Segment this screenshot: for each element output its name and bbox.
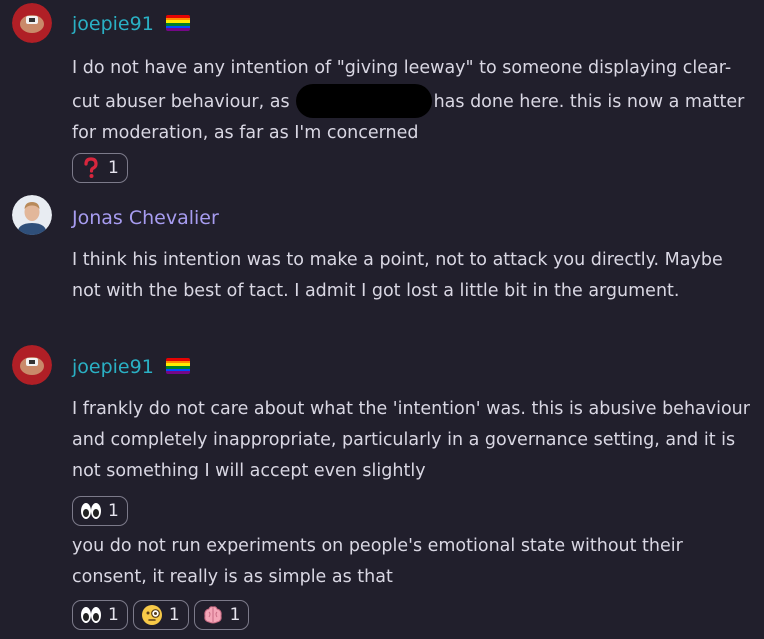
- user-avatar[interactable]: [12, 345, 52, 385]
- eyes-icon: [81, 503, 101, 519]
- username[interactable]: joepie91: [72, 12, 190, 36]
- username-text: Jonas Chevalier: [72, 207, 219, 229]
- chat-timeline: joepie91 I do not have any intention of …: [0, 0, 764, 639]
- message-text: I do not have any intention of "giving l…: [72, 53, 752, 149]
- rainbow-flag-icon: [165, 15, 190, 31]
- red-question-mark-icon: [84, 157, 98, 178]
- redacted-name: [295, 84, 432, 118]
- red-circle-avatar-icon: [12, 3, 52, 43]
- username-text: joepie91: [72, 13, 154, 35]
- reactions-row: 1: [72, 153, 128, 183]
- reaction-button[interactable]: 1: [72, 496, 128, 526]
- username[interactable]: Jonas Chevalier: [72, 206, 219, 230]
- reaction-button[interactable]: 1: [193, 600, 250, 630]
- profile-photo-avatar-icon: [12, 195, 52, 235]
- reaction-button[interactable]: 1: [72, 153, 128, 183]
- reaction-count: 1: [108, 501, 119, 521]
- reaction-button[interactable]: 1: [72, 600, 128, 630]
- user-avatar[interactable]: [12, 3, 52, 43]
- reaction-count: 1: [229, 605, 241, 625]
- message-text: you do not run experiments on people's e…: [72, 536, 683, 587]
- message-text: I think his intention was to make a poin…: [72, 250, 723, 301]
- reaction-button[interactable]: 1: [132, 600, 189, 630]
- reaction-count: 1: [168, 605, 180, 625]
- reactions-row: 1: [72, 496, 128, 526]
- username[interactable]: joepie91: [72, 355, 190, 379]
- eyes-icon: [81, 607, 101, 623]
- user-avatar[interactable]: [12, 195, 52, 235]
- message-text: I frankly do not care about what the 'in…: [72, 399, 750, 481]
- username-text: joepie91: [72, 356, 154, 378]
- monocle-face-icon: [141, 605, 162, 625]
- red-circle-avatar-icon: [12, 345, 52, 385]
- reaction-count: 1: [108, 605, 119, 625]
- brain-icon: [204, 606, 222, 624]
- reaction-count: 1: [108, 158, 119, 178]
- rainbow-flag-icon: [165, 358, 190, 374]
- reactions-row: 1 1 1: [72, 600, 250, 630]
